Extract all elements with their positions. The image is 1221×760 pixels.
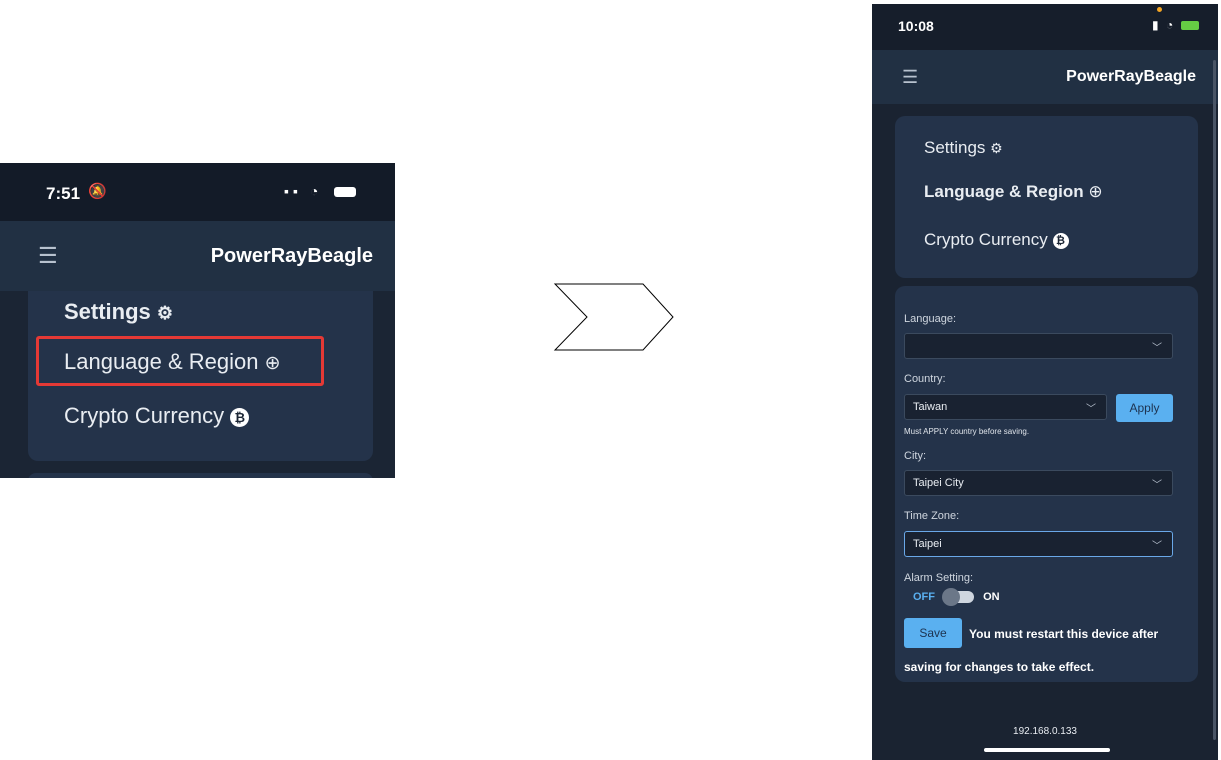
- country-select-value: Taiwan: [913, 401, 948, 413]
- globe-icon: ⊕: [1088, 182, 1103, 201]
- signal-icon: ▮: [1152, 18, 1161, 32]
- battery-charging-icon: [1180, 21, 1199, 31]
- status-bar: 7:51 🔕 ▪▪ ◔: [0, 163, 395, 221]
- city-select-value: Taipei City: [913, 477, 964, 489]
- settings-menu-card: Settings ⚙ Language & Region ⊕ Crypto Cu…: [28, 291, 373, 461]
- toggle-knob: [942, 588, 961, 607]
- bitcoin-icon: ₿: [1052, 232, 1069, 249]
- nav-item-label: Settings: [924, 138, 986, 157]
- globe-icon: ⊕: [264, 353, 281, 374]
- alarm-setting-label: Alarm Setting:: [904, 572, 974, 584]
- menu-item-crypto-currency[interactable]: Crypto Currency ₿: [64, 403, 250, 429]
- menu-item-language-region[interactable]: Language & Region ⊕: [64, 349, 281, 375]
- menu-item-label: Crypto Currency: [64, 403, 225, 428]
- language-select[interactable]: ﹀: [904, 333, 1173, 359]
- nav-item-crypto-currency[interactable]: Crypto Currency ₿: [924, 230, 1069, 250]
- hamburger-menu-icon[interactable]: ☰: [902, 67, 918, 88]
- country-select[interactable]: Taiwan ﹀: [904, 394, 1107, 420]
- gear-icon: ⚙: [156, 303, 174, 323]
- app-bar: ☰ PowerRayBeagle: [872, 50, 1218, 104]
- city-select[interactable]: Taipei City ﹀: [904, 470, 1173, 496]
- apply-button[interactable]: Apply: [1116, 394, 1173, 422]
- chevron-down-icon: ﹀: [1152, 480, 1162, 491]
- city-label: City:: [904, 450, 926, 462]
- status-time: 7:51: [46, 184, 81, 203]
- menu-item-settings[interactable]: Settings ⚙: [64, 299, 173, 325]
- silent-bell-icon: 🔕: [88, 183, 107, 200]
- phone-screenshot: 10:08 ▮ ◔ ☰ PowerRayBeagle Settings ⚙ La…: [872, 4, 1218, 760]
- home-indicator: [984, 748, 1110, 752]
- left-screenshot: 7:51 🔕 ▪▪ ◔ ☰ PowerRayBeagle Settings ⚙ …: [0, 163, 395, 478]
- save-button[interactable]: Save: [904, 618, 962, 648]
- nav-item-settings[interactable]: Settings ⚙: [924, 138, 1003, 158]
- chevron-down-icon: ﹀: [1152, 343, 1162, 354]
- app-title: PowerRayBeagle: [210, 245, 373, 267]
- status-bar: 10:08 ▮ ◔: [872, 4, 1218, 50]
- wifi-icon: ◔: [309, 183, 323, 199]
- language-region-form: Language: ﹀ Country: Taiwan ﹀ Apply Must…: [895, 286, 1198, 682]
- app-title: PowerRayBeagle: [1066, 68, 1196, 85]
- bitcoin-icon: ₿: [230, 407, 250, 427]
- gear-icon: ⚙: [990, 140, 1003, 156]
- status-time: 10:08: [898, 18, 934, 34]
- nav-item-label: Language & Region: [924, 182, 1084, 201]
- recording-dot: [1157, 7, 1162, 12]
- wifi-icon: ◔: [1165, 18, 1176, 32]
- device-ip-address: 192.168.0.133: [1013, 726, 1077, 737]
- chevron-arrow-icon: [553, 283, 674, 351]
- app-bar: ☰ PowerRayBeagle: [0, 221, 395, 291]
- alarm-toggle-row: OFF ON: [913, 588, 1000, 607]
- settings-nav-card: Settings ⚙ Language & Region ⊕ Crypto Cu…: [895, 116, 1198, 278]
- timezone-select[interactable]: Taipei ﹀: [904, 531, 1173, 557]
- alarm-off-label: OFF: [913, 591, 935, 603]
- restart-notice-line2: saving for changes to take effect.: [904, 660, 1095, 674]
- timezone-select-value: Taipei: [913, 538, 942, 550]
- signal-icon: ▪▪: [284, 183, 302, 199]
- nav-item-language-region[interactable]: Language & Region ⊕: [924, 182, 1103, 202]
- menu-item-label: Language & Region: [64, 349, 259, 374]
- timezone-label: Time Zone:: [904, 510, 960, 522]
- alarm-on-label: ON: [983, 591, 1000, 603]
- battery-icon: [334, 187, 357, 198]
- country-hint: Must APPLY country before saving.: [904, 427, 1030, 436]
- status-icons: ▪▪ ◔: [284, 183, 357, 199]
- chevron-down-icon: ﹀: [1152, 541, 1162, 552]
- form-card-edge: [28, 473, 373, 478]
- chevron-down-icon: ﹀: [1086, 404, 1096, 415]
- hamburger-menu-icon[interactable]: ☰: [38, 243, 58, 269]
- nav-item-label: Crypto Currency: [924, 230, 1048, 249]
- language-label: Language:: [904, 313, 956, 325]
- alarm-toggle[interactable]: [942, 588, 975, 607]
- status-icons: ▮ ◔: [1152, 18, 1199, 32]
- scrollbar[interactable]: [1213, 60, 1216, 740]
- country-label: Country:: [904, 373, 946, 385]
- menu-item-label: Settings: [64, 299, 151, 324]
- restart-notice-line1: You must restart this device after: [969, 627, 1159, 641]
